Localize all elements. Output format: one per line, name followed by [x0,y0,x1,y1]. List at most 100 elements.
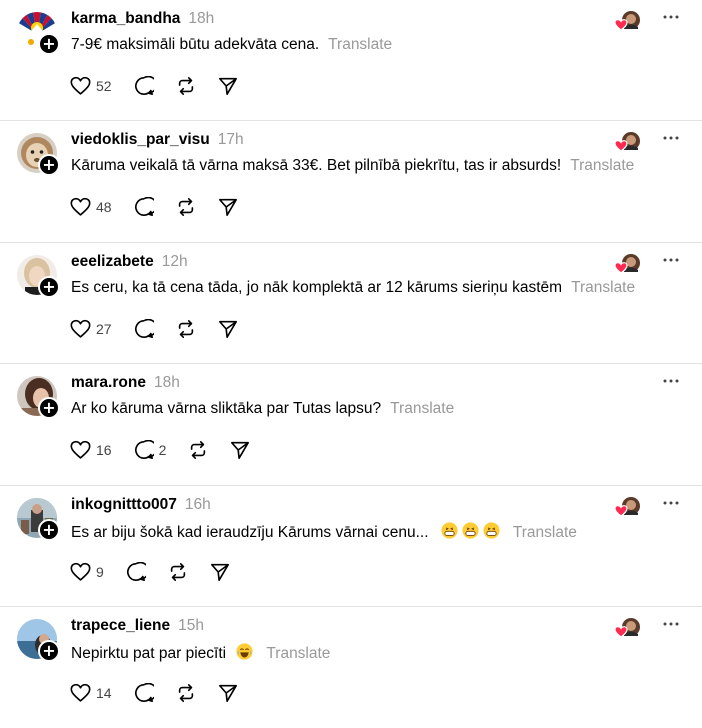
heart-icon [70,76,91,95]
heart-icon [70,683,91,702]
share-button[interactable] [230,440,250,460]
share-button[interactable] [218,683,238,703]
share-button[interactable] [210,562,230,582]
liked-by-author-badge [614,10,641,32]
more-options-icon[interactable] [662,615,680,633]
translate-link[interactable]: Translate [266,645,330,662]
send-icon [218,320,237,338]
more-options-icon[interactable] [662,372,680,390]
more-options-icon[interactable] [662,251,680,269]
reply-button[interactable] [134,197,154,217]
like-button[interactable]: 16 [70,440,112,460]
action-bar: 14 [70,682,260,704]
post-text: Kāruma veikalā tā vārna maksā 33€. Bet p… [71,157,634,175]
repost-button[interactable] [176,319,196,339]
reply-button[interactable] [126,561,146,582]
send-icon [218,199,237,217]
username[interactable]: karma_bandha [71,10,180,28]
follow-plus-icon[interactable]: + [38,33,60,55]
heart-icon [70,441,91,459]
timestamp[interactable]: 18h [188,10,214,28]
translate-link[interactable]: Translate [513,524,577,541]
reply-button[interactable] [134,318,154,339]
username[interactable]: trapece_liene [71,617,170,635]
like-button[interactable]: 27 [70,319,112,339]
post-body: 7-9€ maksimāli būtu adekvāta cena. [71,36,320,53]
like-count: 27 [96,320,112,337]
like-count: 9 [96,563,104,580]
reply-post: + inkognittto007 16h Es ar biju šokā kad… [0,486,702,607]
reply-button[interactable] [134,682,154,703]
grin-emoji-icon [441,521,458,539]
repost-button[interactable] [168,562,188,582]
username[interactable]: inkognittto007 [71,496,177,514]
like-button[interactable]: 48 [70,197,112,217]
username[interactable]: eeelizabete [71,253,154,271]
username[interactable]: mara.rone [71,374,146,392]
avatar[interactable]: + [17,254,60,298]
translate-link[interactable]: Translate [328,36,392,53]
avatar[interactable]: + [17,497,60,541]
author-avatar-icon [614,617,640,638]
heart-icon [70,562,91,581]
like-count: 16 [96,442,112,459]
post-text: Ar ko kāruma vārna sliktāka par Tutas la… [71,400,454,418]
more-options-icon[interactable] [662,8,680,26]
timestamp[interactable]: 12h [162,253,188,271]
repost-button[interactable] [176,683,196,703]
post-text: 7-9€ maksimāli būtu adekvāta cena. Transl… [71,36,392,54]
avatar[interactable]: + [17,12,60,55]
translate-link[interactable]: Translate [570,157,634,174]
repost-button[interactable] [176,197,196,217]
reply-post: + karma_bandha 18h 7-9€ maksimāli būtu a… [0,0,702,122]
translate-link[interactable]: Translate [390,400,454,417]
repost-button[interactable] [188,440,208,460]
action-bar: 52 [70,75,260,97]
comment-icon [134,318,154,338]
comment-icon [134,440,154,460]
author-avatar-icon [614,253,640,274]
like-button[interactable]: 52 [70,76,112,96]
follow-plus-icon[interactable]: + [38,397,60,420]
post-text: Es ar biju šokā kad ieraudzīju Kārums vā… [71,521,577,542]
like-count: 48 [96,199,112,216]
follow-plus-icon[interactable]: + [38,639,60,662]
post-text: Es ceru, ka tā cena tāda, jo nāk komplek… [71,279,635,297]
liked-by-author-badge [614,496,641,518]
reply-button[interactable]: 2 [134,440,166,460]
avatar[interactable]: + [17,618,60,662]
timestamp[interactable]: 16h [185,496,211,514]
post-body: Kāruma veikalā tā vārna maksā 33€. Bet p… [71,157,562,175]
translate-link[interactable]: Translate [571,279,635,296]
username[interactable]: viedoklis_par_visu [71,131,210,149]
reply-button[interactable] [134,76,154,96]
author-avatar-icon [614,11,640,31]
share-button[interactable] [218,319,238,339]
timestamp[interactable]: 15h [178,617,204,635]
follow-plus-icon[interactable]: + [38,154,60,177]
comment-icon [134,76,154,95]
timestamp[interactable]: 18h [154,374,180,392]
post-body: Es ar biju šokā kad ieraudzīju Kārums vā… [71,523,429,541]
timestamp[interactable]: 17h [218,131,244,149]
repost-button[interactable] [176,76,196,96]
repost-icon [191,441,206,460]
more-options-icon[interactable] [662,129,680,147]
send-icon [218,684,237,702]
repost-icon [170,562,185,581]
laughing-emoji-icon [236,643,253,660]
send-icon [231,442,250,460]
liked-by-author-badge [614,131,641,153]
follow-plus-icon[interactable]: + [38,275,60,298]
follow-plus-icon[interactable]: + [38,518,60,541]
share-button[interactable] [218,197,238,217]
like-button[interactable]: 14 [70,683,112,703]
more-options-icon[interactable] [662,494,680,512]
share-button[interactable] [218,76,238,96]
replies-feed: + karma_bandha 18h 7-9€ maksimāli būtu a… [0,0,702,728]
avatar[interactable]: + [17,376,60,420]
avatar[interactable]: + [17,133,60,177]
send-icon [218,77,237,95]
like-button[interactable]: 9 [70,562,104,582]
send-icon [210,563,229,581]
